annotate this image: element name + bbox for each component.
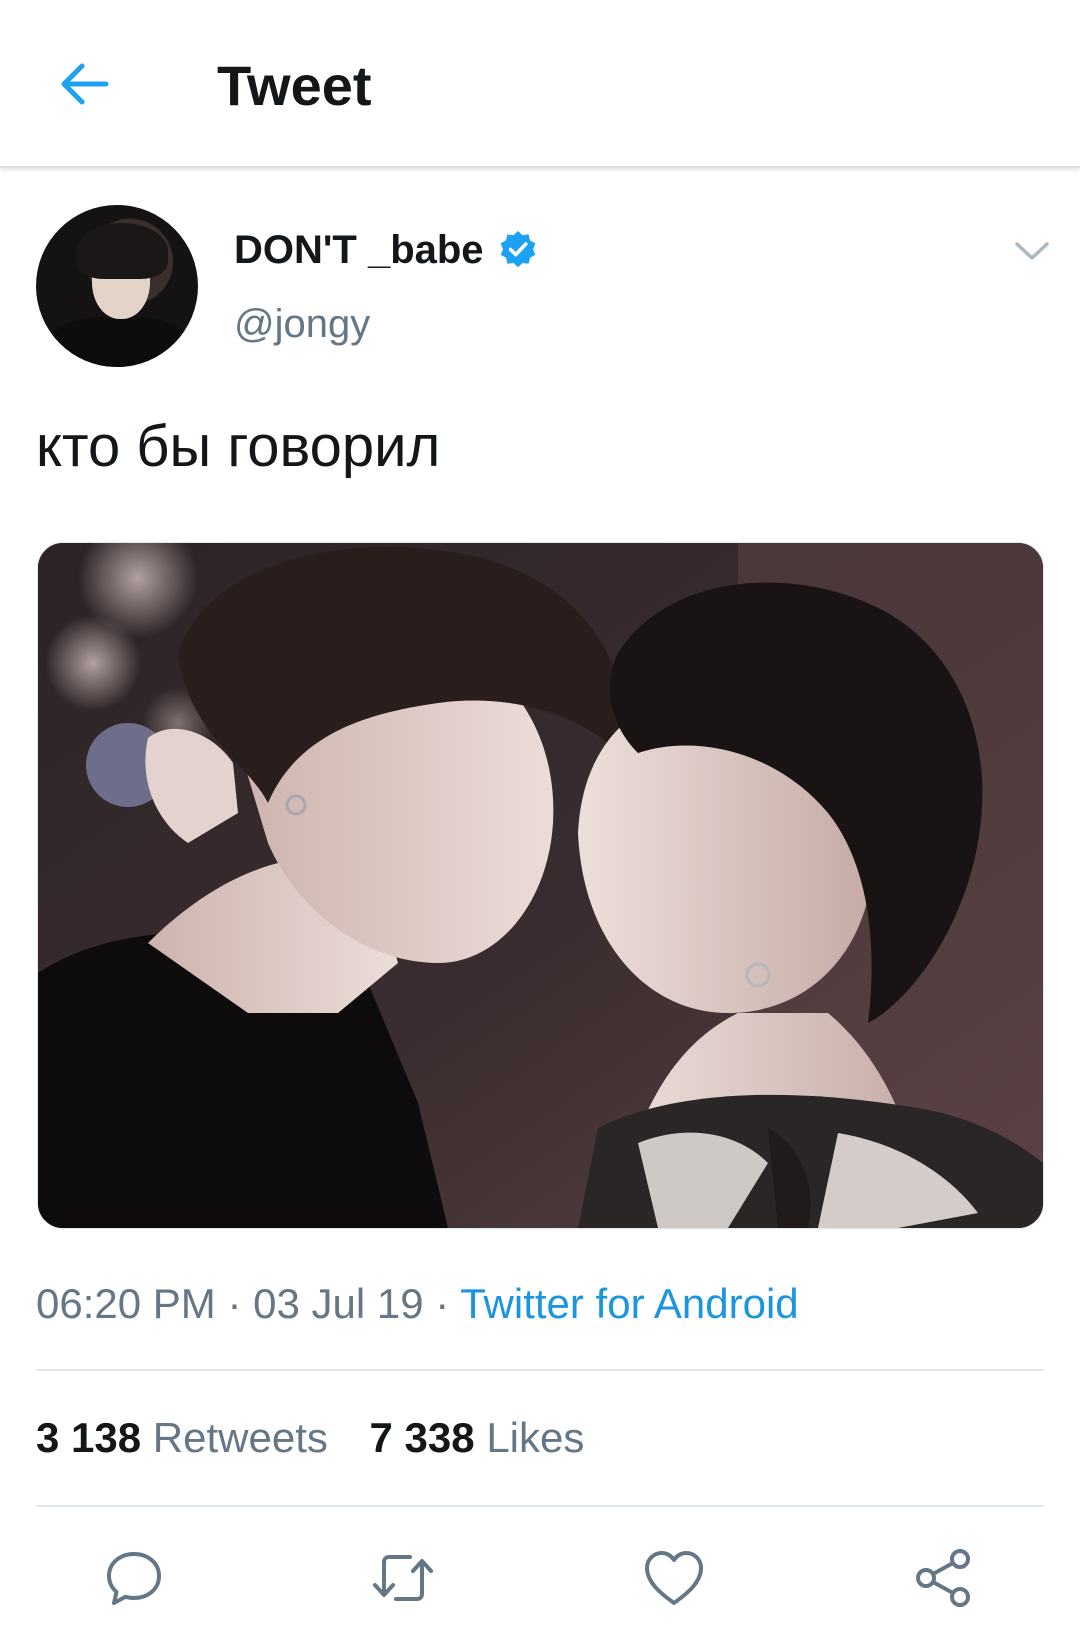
photo-illustration xyxy=(38,543,1043,1228)
share-icon xyxy=(916,1549,970,1607)
verified-badge-icon xyxy=(500,231,535,268)
author-name: DON'T _babe xyxy=(234,228,484,272)
tweet-stats: 3 138 Retweets 7 338 Likes xyxy=(36,1412,584,1464)
reply-button[interactable] xyxy=(96,1540,172,1616)
tweet-source-link[interactable]: Twitter for Android xyxy=(460,1280,798,1327)
reply-icon xyxy=(107,1552,161,1605)
share-button[interactable] xyxy=(906,1540,982,1616)
tweet-text: кто бы говорил xyxy=(36,414,441,479)
retweets-count: 3 138 xyxy=(36,1414,142,1461)
retweets-stat[interactable]: 3 138 Retweets xyxy=(36,1412,328,1464)
likes-label: Likes xyxy=(486,1414,585,1461)
avatar-coat-shape xyxy=(44,317,194,367)
retweet-icon xyxy=(373,1555,433,1601)
back-button[interactable] xyxy=(48,48,120,120)
chevron-down-icon[interactable] xyxy=(1013,236,1051,266)
avatar-hair-shape xyxy=(76,223,168,279)
retweets-label: Retweets xyxy=(152,1414,328,1461)
tweet-photo[interactable] xyxy=(37,542,1044,1229)
avatar[interactable] xyxy=(36,205,198,367)
divider xyxy=(36,1369,1044,1371)
page-title: Tweet xyxy=(217,54,372,117)
like-button[interactable] xyxy=(636,1540,712,1616)
likes-count: 7 338 xyxy=(369,1414,475,1461)
top-app-bar: Tweet xyxy=(0,0,1080,168)
divider xyxy=(36,1505,1044,1507)
tweet-date: 03 Jul 19 xyxy=(253,1280,424,1327)
likes-stat[interactable]: 7 338 Likes xyxy=(370,1412,585,1464)
author-name-row[interactable]: DON'T _babe xyxy=(234,226,538,274)
retweet-button[interactable] xyxy=(365,1540,441,1616)
like-icon xyxy=(645,1551,703,1605)
author-handle[interactable]: @jongy xyxy=(234,300,370,348)
tweet-meta: 06:20 PM · 03 Jul 19 · Twitter for Andro… xyxy=(36,1278,799,1330)
arrow-left-icon xyxy=(61,63,109,105)
tweet-time: 06:20 PM xyxy=(36,1280,216,1327)
meta-separator: · xyxy=(227,1280,242,1327)
meta-separator: · xyxy=(435,1280,450,1327)
